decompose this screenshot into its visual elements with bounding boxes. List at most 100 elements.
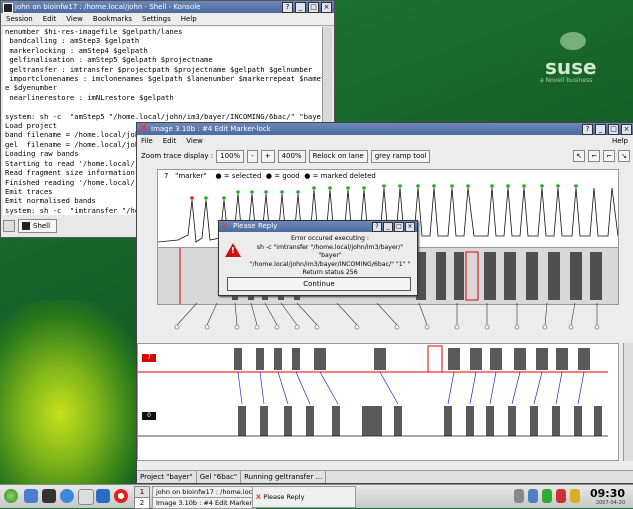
menu-settings[interactable]: Settings	[142, 13, 171, 25]
menu-help[interactable]: Help	[612, 135, 628, 147]
menu-bookmarks[interactable]: Bookmarks	[93, 13, 132, 25]
menu-session[interactable]: Session	[6, 13, 33, 25]
minimize-icon[interactable]: _	[595, 124, 606, 135]
wallpaper-swirl	[0, 300, 150, 490]
tool-arrow-down-icon[interactable]: ↘	[618, 150, 630, 162]
menu-file[interactable]: File	[141, 135, 153, 147]
selected-marker	[190, 196, 194, 200]
status-activity: Running geltransfer ...	[241, 471, 327, 483]
relock-button[interactable]: Relock on lane	[308, 149, 368, 163]
tray-network-icon[interactable]	[514, 489, 524, 503]
terminal-line: importclonenames : imclonenames $gelpath…	[5, 74, 323, 84]
brand-logo-text: suse	[545, 55, 597, 79]
help-icon[interactable]: ?	[282, 2, 293, 13]
menu-edit[interactable]: Edit	[43, 13, 57, 25]
please-reply-dialog: X Please Reply ? _ □ × ! Error occured e…	[218, 220, 418, 296]
warning-exclamation: !	[231, 246, 235, 255]
terminal-icon	[22, 222, 30, 230]
dialog-titlebar[interactable]: X Please Reply ? _ □ ×	[219, 221, 417, 232]
konsole-title: john on bioinfw17 : /home.local/john - S…	[15, 3, 201, 11]
status-gel: Gel "6bac"	[197, 471, 242, 483]
gel-bottom-bands	[138, 345, 608, 437]
task-please-reply-label: Please Reply	[263, 493, 305, 501]
image-title: Image 3.10b : #4 Edit Marker-lock	[151, 125, 271, 133]
brand-subtitle: a Novell business	[540, 77, 593, 84]
home-icon[interactable]	[24, 489, 38, 503]
dialog-msg-line3: "bayer" "/home.local/john/im3/bayer/INCO…	[249, 252, 411, 268]
maximize-icon[interactable]: □	[608, 124, 619, 135]
konsole-titlebar[interactable]: john on bioinfw17 : /home.local/john - S…	[1, 1, 334, 13]
close-icon[interactable]: ×	[621, 124, 632, 135]
help-icon[interactable]: ?	[582, 124, 593, 135]
close-icon[interactable]: ×	[405, 222, 415, 232]
tray-volume-icon[interactable]	[556, 489, 566, 503]
dialog-msg-line1: Error occured executing :	[290, 235, 369, 242]
image-menubar: File Edit View Help	[137, 135, 633, 147]
task-konsole-label: john on bioinfw17 : /home.local/	[156, 488, 256, 496]
zoom-value[interactable]: 100%	[216, 149, 245, 163]
menu-edit[interactable]: Edit	[163, 135, 177, 147]
zoom-in-button[interactable]: +	[260, 149, 275, 163]
zoom-out-button[interactable]: -	[247, 149, 258, 163]
terminal-line: gelfinalisation : amStep5 $gelpath $proj…	[5, 55, 213, 65]
maximize-icon[interactable]: □	[394, 222, 404, 232]
image-window: X Image 3.10b : #4 Edit Marker-lock ? _ …	[136, 122, 633, 484]
suse-logo-icon	[560, 32, 586, 50]
maximize-icon[interactable]: □	[308, 2, 319, 13]
app-x-icon: X	[222, 222, 228, 230]
taskbar: 1 2 john on bioinfw17 : /home.local/ Ima…	[0, 484, 633, 509]
help-lifebuoy-icon[interactable]	[114, 489, 128, 503]
terminal-line: geltransfer : imtransfer $projectpath $p…	[5, 64, 313, 74]
mail-icon[interactable]	[78, 489, 94, 505]
gel-scrollbar[interactable]	[623, 343, 633, 461]
terminal-line: system: sh -c "amStep5 "/home.local/john…	[5, 111, 323, 121]
dialog-message: Error occured executing : sh -c "imtrans…	[247, 235, 413, 278]
app-x-icon: X	[140, 124, 147, 134]
menu-help[interactable]: Help	[181, 13, 197, 25]
tray-power-icon[interactable]	[570, 489, 580, 503]
task-image-label: Image 3.10b : #4 Edit Marker-lock	[156, 499, 255, 507]
image-toolbar: Zoom trace display : 100% - + 400% Reloc…	[137, 147, 633, 165]
terminal-line: bandcalling : amStep3 $gelpath	[5, 36, 140, 46]
gel-lanes-bottom[interactable]: 7 0	[137, 343, 619, 461]
continue-button[interactable]: Continue	[227, 277, 411, 291]
tab-shell-label: Shell	[33, 222, 51, 230]
menu-view[interactable]: View	[186, 135, 203, 147]
new-tab-icon[interactable]	[3, 220, 15, 232]
konsole-menubar: Session Edit View Bookmarks Settings Hel…	[1, 13, 334, 26]
office-icon[interactable]	[96, 489, 110, 503]
clock-date: 2007-04-20	[595, 500, 625, 506]
pager-desktop-2[interactable]: 2	[134, 497, 150, 509]
tool-corner-icon[interactable]: ⌐	[588, 150, 600, 162]
task-please-reply[interactable]: X Please Reply	[252, 486, 356, 508]
terminal-line: nenumber $hi-res-imagefile $gelpath/lane…	[5, 27, 183, 36]
image-titlebar[interactable]: X Image 3.10b : #4 Edit Marker-lock ? _ …	[137, 123, 633, 135]
trace-header: 7 "marker" ● = selected ● = good ● = mar…	[164, 172, 376, 180]
status-project: Project "bayer"	[137, 471, 197, 483]
close-icon[interactable]: ×	[321, 2, 332, 13]
terminal-line: markerlocking : amStep4 $gelpath	[5, 45, 148, 55]
minimize-icon[interactable]: _	[295, 2, 306, 13]
clock-time[interactable]: 09:30	[590, 487, 625, 500]
band-links-top	[174, 303, 600, 330]
tool-arrow-icon[interactable]: ↖	[573, 150, 585, 162]
terminal-icon	[3, 3, 13, 13]
tray-clipboard-icon[interactable]	[528, 489, 538, 503]
start-menu-icon[interactable]	[4, 489, 18, 503]
zoom-label: Zoom trace display :	[141, 152, 214, 160]
grey-ramp-button[interactable]: grey ramp tool	[370, 149, 431, 163]
minimize-icon[interactable]: _	[383, 222, 393, 232]
task-image[interactable]: Image 3.10b : #4 Edit Marker-lock	[152, 497, 256, 509]
image-statusbar: Project "bayer" Gel "6bac" Running geltr…	[137, 470, 633, 483]
browser-icon[interactable]	[60, 489, 74, 503]
terminal-icon[interactable]	[42, 489, 56, 503]
zoom-400-button[interactable]: 400%	[277, 149, 306, 163]
tab-shell[interactable]: Shell	[18, 219, 58, 233]
tool-corner2-icon[interactable]: ⌐	[603, 150, 615, 162]
terminal-line: e $dyenumber	[5, 83, 57, 93]
dialog-msg-line2: sh -c "imtransfer "/home.local/john/im3/…	[256, 243, 404, 251]
tray-update-icon[interactable]	[542, 489, 552, 503]
menu-view[interactable]: View	[66, 13, 83, 25]
terminal-line: nearlinerestore : imNLrestore $gelpath	[5, 92, 174, 102]
help-icon[interactable]: ?	[372, 222, 382, 232]
